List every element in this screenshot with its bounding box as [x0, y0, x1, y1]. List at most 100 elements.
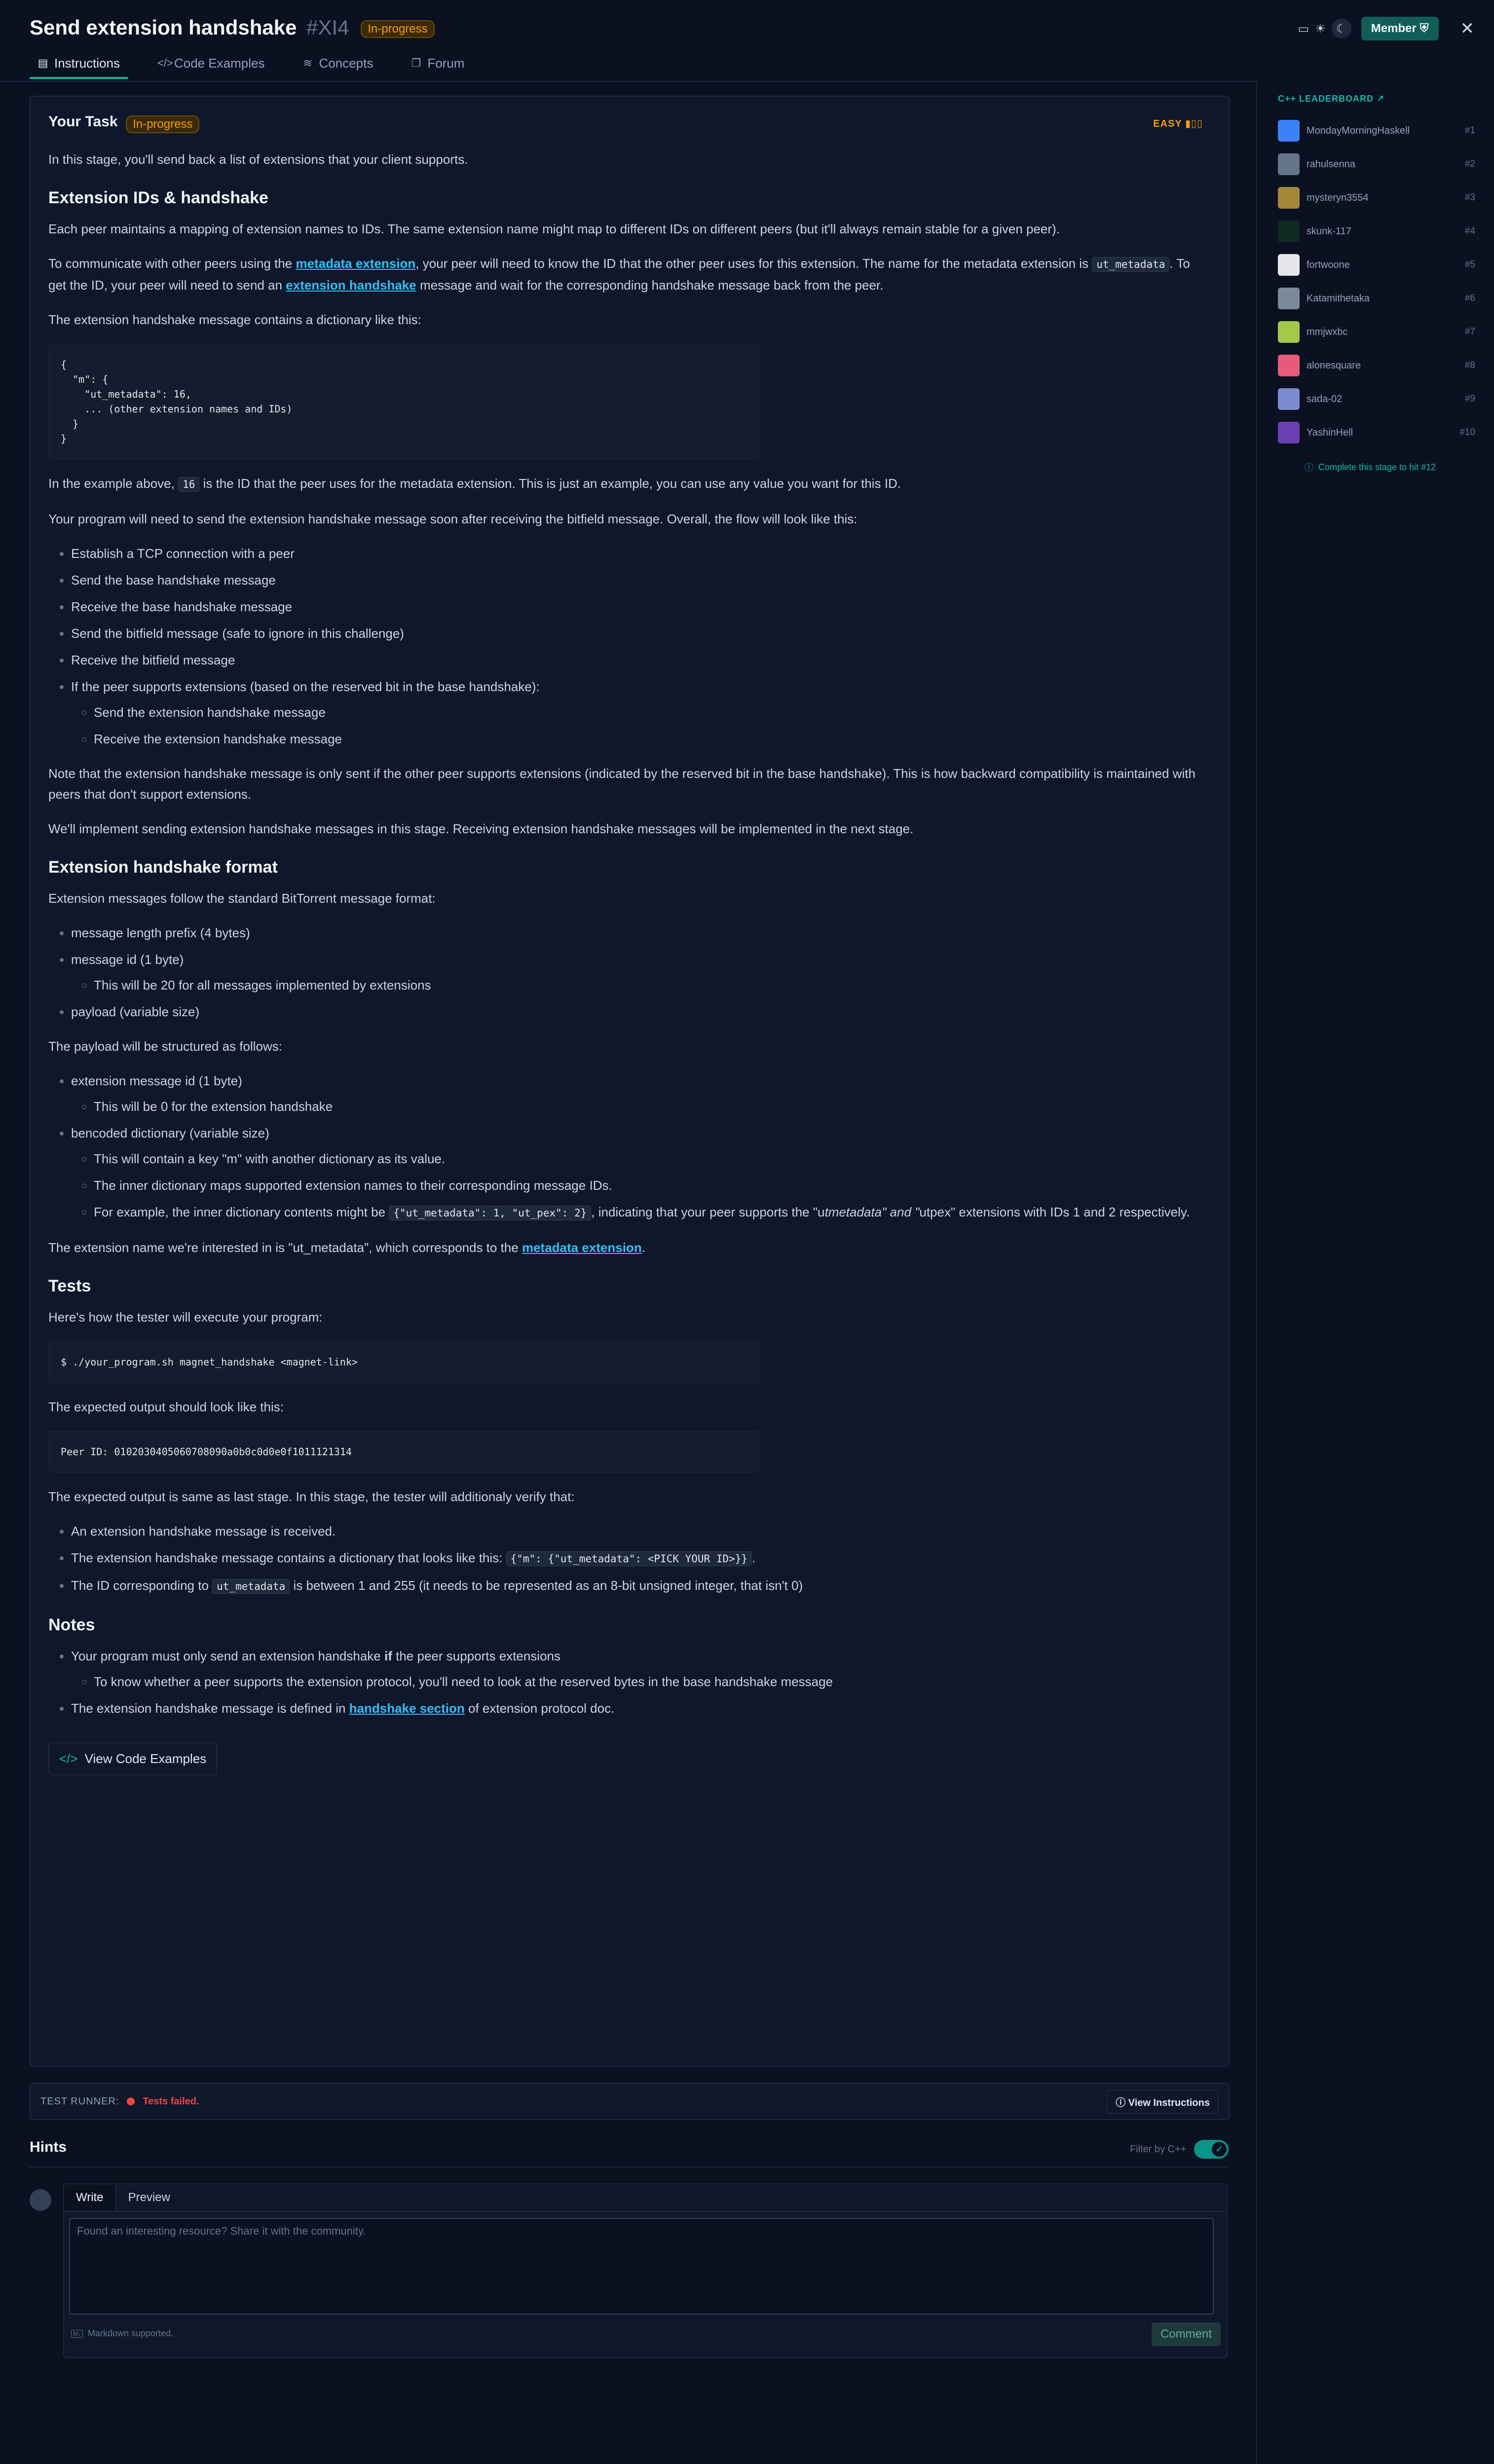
tab-concepts[interactable]: ≋ Concepts	[295, 49, 381, 77]
code-icon: </>	[59, 1751, 78, 1766]
markdown-note: M↓ Markdown supported.	[71, 2328, 173, 2339]
moon-icon[interactable]: ☾	[1331, 19, 1351, 38]
metadata-extension-link[interactable]: metadata extension	[296, 256, 415, 271]
text: To communicate with other peers using th…	[48, 256, 296, 271]
leaderboard-title[interactable]: C++ LEADERBOARD ↗	[1278, 94, 1384, 104]
code-block-command: $ ./your_program.sh magnet_handshake <ma…	[48, 1341, 759, 1383]
leaderboard-footer: ⓘ Complete this stage to hit #12	[1305, 461, 1436, 474]
tab-preview[interactable]: Preview	[116, 2184, 182, 2211]
leaderboard-name: mmjwxbc	[1307, 326, 1348, 337]
list-item: Send the extension handshake message	[94, 702, 1203, 723]
leaderboard-row[interactable]: MondayMorningHaskell #1	[1278, 119, 1475, 142]
list-item: Receive the bitfield message	[71, 650, 1203, 670]
text: If the peer supports extensions (based o…	[71, 679, 540, 694]
text: the peer supports extensions	[392, 1649, 560, 1663]
close-icon[interactable]: ✕	[1460, 19, 1475, 38]
list-item: Receive the extension handshake message	[94, 729, 1203, 749]
leaderboard-name: fortwoone	[1307, 259, 1350, 270]
view-code-examples-button[interactable]: </> View Code Examples	[48, 1742, 218, 1775]
leaderboard-row[interactable]: fortwoone #5	[1278, 254, 1475, 276]
tab-instructions[interactable]: ▤ Instructions	[30, 49, 128, 79]
avatar	[1278, 254, 1300, 276]
comment-input[interactable]: Found an interesting resource? Share it …	[69, 2218, 1214, 2315]
paragraph-implement: We'll implement sending extension handsh…	[48, 821, 914, 836]
text: The extension handshake message contains…	[71, 1550, 506, 1565]
leaderboard-row[interactable]: rahulsenna #2	[1278, 153, 1475, 176]
leaderboard-row[interactable]: sada-02 #9	[1278, 388, 1475, 410]
hints-title: Hints	[30, 2139, 67, 2155]
list-item: To know whether a peer supports the exte…	[94, 1671, 1203, 1692]
leaderboard-row[interactable]: mmjwxbc #7	[1278, 321, 1475, 343]
tab-code-examples[interactable]: </> Code Examples	[149, 49, 273, 77]
markdown-icon: M↓	[71, 2329, 83, 2338]
inline-code: 16	[178, 477, 200, 492]
leaderboard-row[interactable]: skunk-117 #4	[1278, 220, 1475, 243]
paragraph-format: Extension messages follow the standard B…	[48, 891, 436, 906]
tab-label: Instructions	[54, 55, 120, 71]
avatar	[1278, 120, 1300, 142]
text: of extension protocol doc.	[464, 1701, 615, 1716]
leaderboard-row[interactable]: Katamithetaka #6	[1278, 287, 1475, 310]
inline-code: {"m": {"ut_metadata": <PICK YOUR ID>}}	[506, 1551, 752, 1566]
filter-toggle[interactable]: ✓	[1194, 2140, 1229, 2159]
list-item: This will be 20 for all messages impleme…	[94, 975, 1203, 995]
leaderboard-rank: #7	[1464, 327, 1475, 337]
leaderboard-row[interactable]: alonesquare #8	[1278, 354, 1475, 377]
list-item: The inner dictionary maps supported exte…	[94, 1175, 1203, 1196]
leaderboard-rank: #3	[1464, 192, 1475, 203]
tab-label: Forum	[427, 55, 465, 71]
flow-list: Establish a TCP connection with a peer S…	[48, 543, 1203, 749]
leaderboard-row[interactable]: mysteryn3554 #3	[1278, 186, 1475, 209]
markdown-text: Markdown supported.	[88, 2328, 174, 2338]
text: message and wait for the corresponding h…	[416, 278, 884, 293]
tab-forum[interactable]: ❐ Forum	[403, 49, 472, 77]
paragraph-payload: The payload will be structured as follow…	[48, 1039, 283, 1054]
text: is between 1 and 255 (it needs to be rep…	[290, 1578, 803, 1593]
comment-button[interactable]: Comment	[1151, 2322, 1221, 2346]
member-label: Member	[1371, 22, 1417, 35]
list-item: Receive the base handshake message	[71, 596, 1203, 617]
extension-handshake-link[interactable]: extension handshake	[286, 278, 416, 293]
leaderboard-row[interactable]: YashinHell #10	[1278, 421, 1475, 444]
avatar	[1278, 422, 1300, 443]
text: The ID corresponding to	[71, 1578, 213, 1593]
leaderboard-sidebar: C++ LEADERBOARD ↗ MondayMorningHaskell #1…	[1256, 81, 1494, 2464]
paragraph-note: Note that the extension handshake messag…	[48, 766, 1195, 802]
paragraph-interest: The extension name we're interested in i…	[48, 1237, 1203, 1258]
leaderboard-rank: #4	[1464, 226, 1475, 236]
avatar	[1278, 288, 1300, 309]
leaderboard-name: sada-02	[1307, 393, 1343, 405]
paragraph-verify: The expected output is same as last stag…	[48, 1489, 575, 1504]
leaderboard-rank: #2	[1464, 159, 1475, 169]
leaderboard-name: YashinHell	[1307, 427, 1353, 438]
intro-paragraph: In this stage, you'll send back a list o…	[48, 152, 468, 167]
check-icon: ✓	[1212, 2142, 1227, 2157]
leaderboard-name: mysteryn3554	[1307, 192, 1369, 203]
view-instructions-button[interactable]: ⓘ View Instructions	[1107, 2089, 1219, 2114]
sun-icon[interactable]: ☀	[1315, 22, 1326, 36]
heading-notes: Notes	[48, 1616, 95, 1634]
list-item: Send the base handshake message	[71, 570, 1203, 590]
comment-editor: Write Preview Found an interesting resou…	[63, 2183, 1228, 2358]
paragraph-flow: Your program will need to send the exten…	[48, 512, 858, 526]
list-item: This will be 0 for the extension handsha…	[94, 1096, 1203, 1117]
leaderboard-name: Katamithetaka	[1307, 293, 1370, 304]
monitor-icon[interactable]: ▭	[1298, 22, 1309, 36]
status-dot-icon	[127, 2097, 135, 2105]
leaderboard-name: alonesquare	[1307, 360, 1361, 371]
leaderboard-rank: #10	[1459, 427, 1475, 438]
list-item: payload (variable size)	[71, 1001, 1203, 1022]
tab-write[interactable]: Write	[64, 2184, 116, 2211]
handshake-section-link[interactable]: handshake section	[349, 1701, 465, 1716]
avatar	[1278, 321, 1300, 343]
text: if	[384, 1649, 392, 1663]
text: message id (1 byte)	[71, 952, 184, 967]
metadata-extension-link[interactable]: metadata extension	[522, 1240, 642, 1255]
list-item: message length prefix (4 bytes)	[71, 922, 1203, 943]
stage-title: Send extension handshake	[30, 16, 297, 39]
member-badge[interactable]: Member ⛨	[1361, 17, 1439, 40]
avatar	[1278, 187, 1300, 209]
tab-label: Concepts	[319, 55, 374, 71]
list-item: The ID corresponding to ut_metadata is b…	[71, 1575, 1203, 1597]
list-item: Establish a TCP connection with a peer	[71, 543, 1203, 564]
